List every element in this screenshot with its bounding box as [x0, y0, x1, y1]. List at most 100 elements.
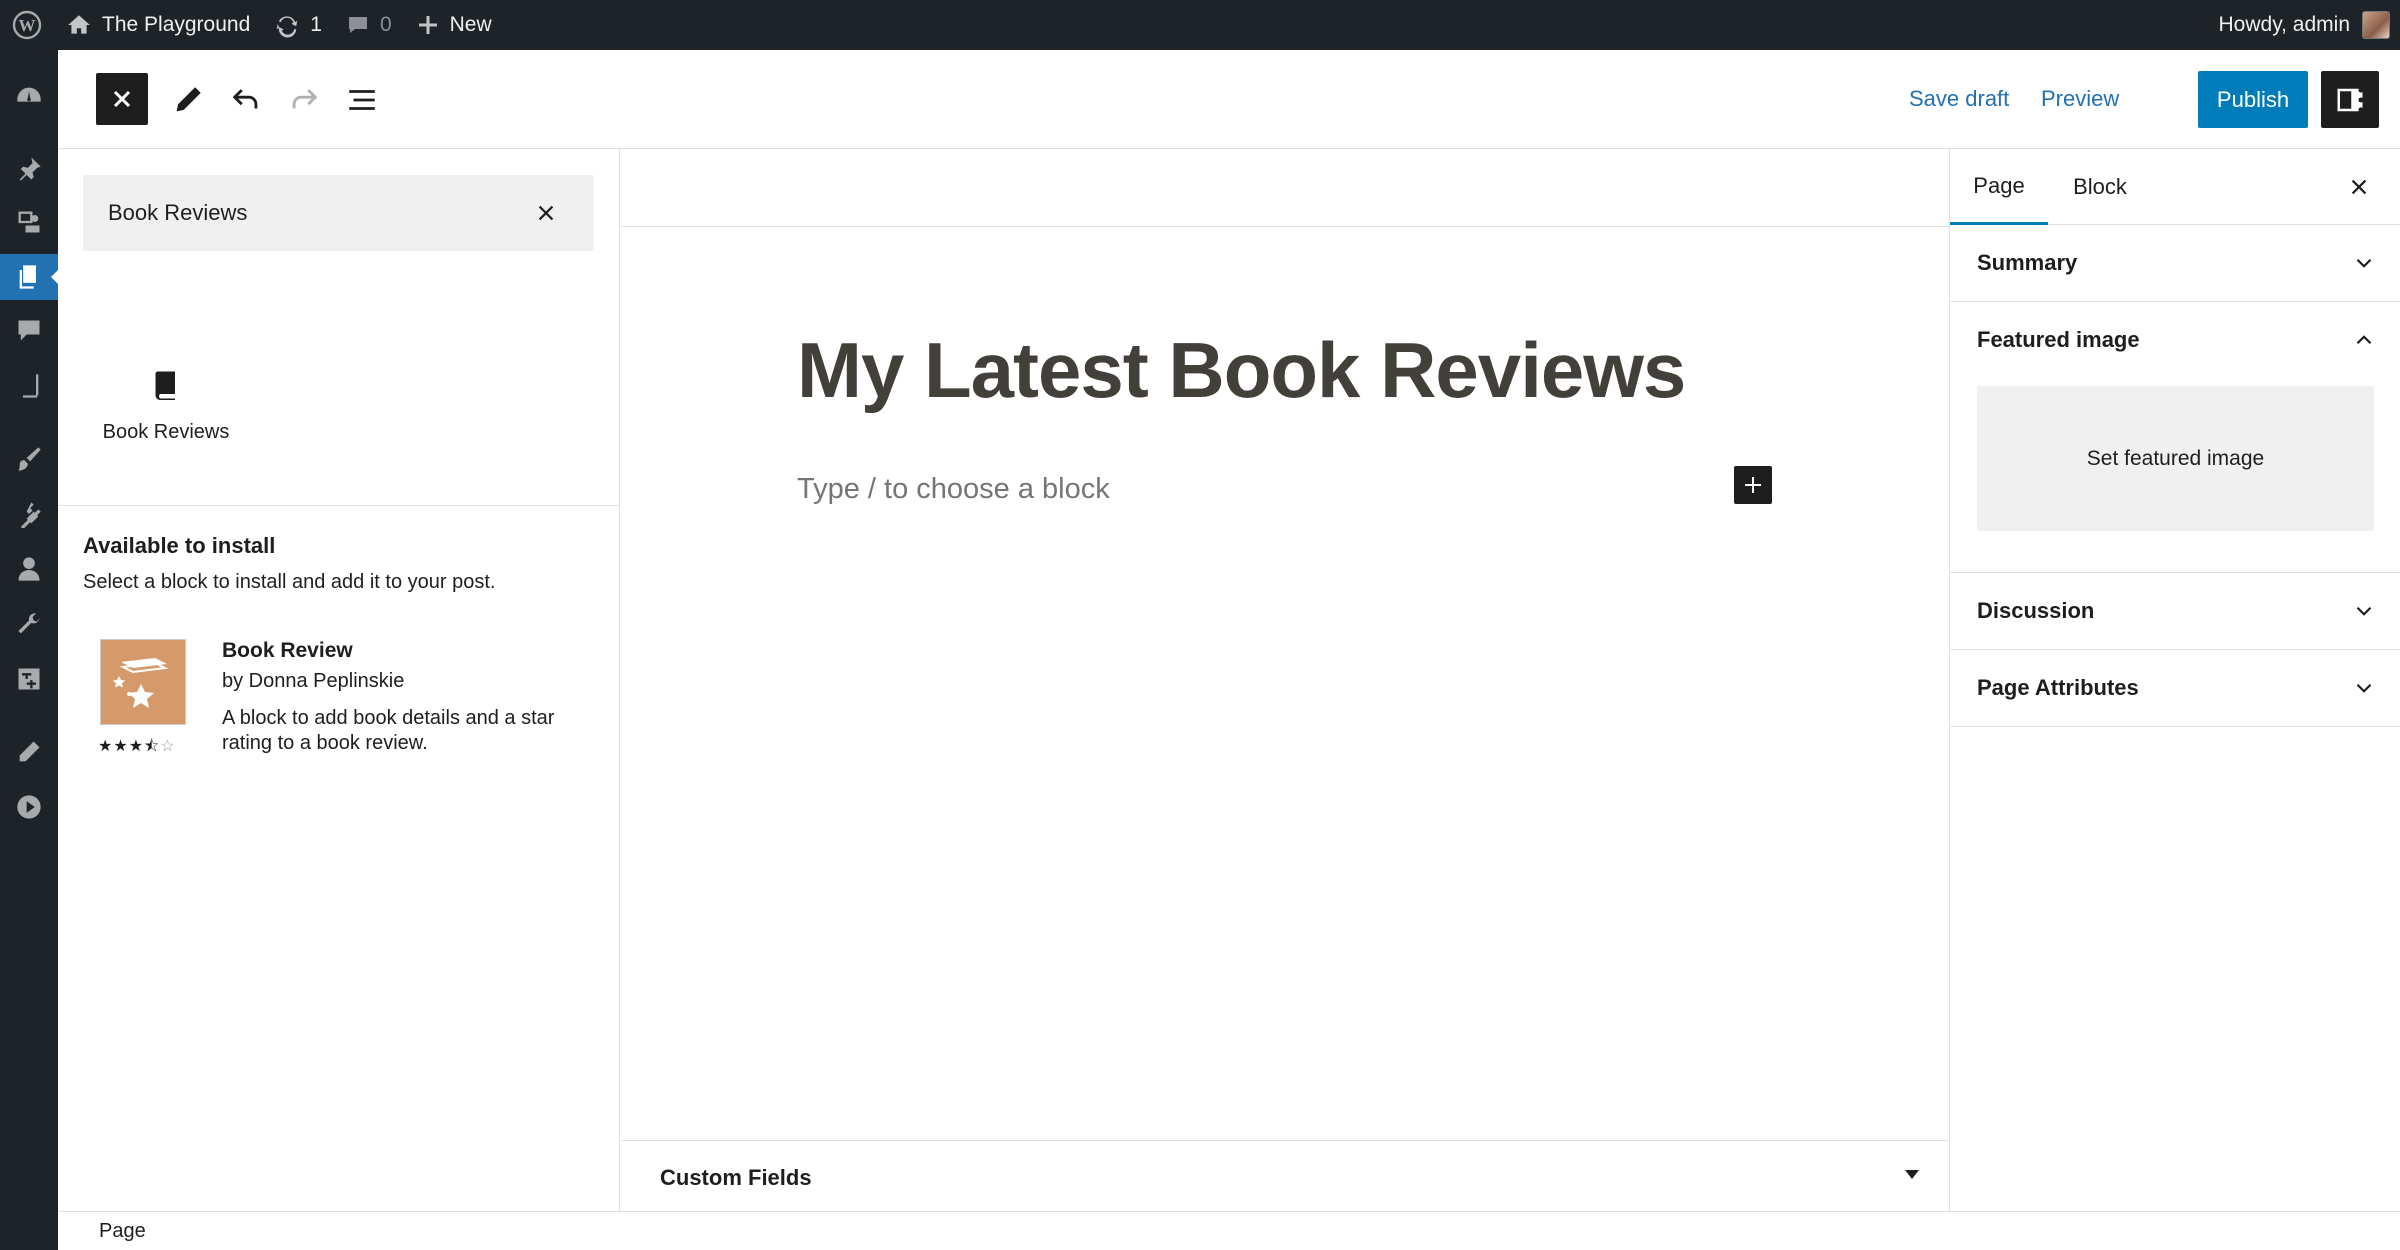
book-icon[interactable] — [0, 363, 58, 409]
edit-pencil-icon[interactable] — [0, 729, 58, 775]
close-icon — [113, 90, 131, 108]
tools-wrench-icon[interactable] — [0, 601, 58, 647]
site-name-link[interactable]: The Playground — [54, 0, 262, 50]
star-full-icon: ★ — [98, 738, 114, 755]
updates-count: 1 — [310, 13, 322, 36]
plugin-author: by Donna Peplinskie — [222, 670, 405, 692]
tools-button[interactable] — [168, 80, 208, 120]
panel-summary-toggle[interactable]: Summary — [1977, 225, 2377, 301]
comments-icon[interactable] — [0, 308, 58, 354]
tab-page[interactable]: Page — [1950, 149, 2048, 225]
clear-search-button[interactable] — [532, 199, 560, 227]
canvas-top-bar — [621, 149, 1949, 227]
panel-summary: Summary — [1950, 225, 2400, 302]
admin-bar: W The Playground 1 0 New Howdy, admin — [0, 0, 2400, 50]
block-result-label: Book Reviews — [102, 421, 230, 443]
plugin-book-review[interactable]: ★★★⯪☆ Book Review by Donna Peplinskie A … — [98, 639, 600, 769]
admin-menu — [0, 50, 59, 1250]
users-icon[interactable] — [0, 546, 58, 592]
divider — [58, 505, 619, 506]
svg-text:W: W — [19, 16, 36, 35]
redo-icon — [292, 89, 318, 109]
custom-fields-metabox[interactable]: Custom Fields — [621, 1140, 1949, 1211]
plugin-name: Book Review — [222, 639, 353, 662]
howdy-text: Howdy, admin — [2218, 13, 2351, 36]
block-search — [83, 175, 594, 251]
chevron-down-icon — [2356, 606, 2372, 616]
plus-icon — [418, 16, 437, 34]
tab-block[interactable]: Block — [2048, 149, 2152, 225]
plugin-rating-stars: ★★★⯪☆ — [98, 735, 176, 762]
panel-page-attributes: Page Attributes — [1950, 650, 2400, 727]
site-name: The Playground — [102, 13, 251, 36]
chevron-up-icon — [2356, 335, 2372, 345]
play-circle-icon[interactable] — [0, 784, 58, 830]
comments-count: 0 — [379, 13, 392, 36]
panel-featured-image-toggle[interactable]: Featured image — [1977, 302, 2377, 378]
redo-button[interactable] — [284, 80, 324, 120]
settings-icon[interactable] — [0, 656, 58, 702]
pages-icon[interactable] — [0, 254, 59, 300]
dashboard-icon[interactable] — [0, 74, 58, 120]
plugin-description: A block to add book details and a star r… — [222, 707, 555, 754]
star-empty-icon: ☆ — [160, 738, 176, 755]
updates-icon — [276, 16, 298, 38]
panel-title: Discussion — [1977, 598, 2095, 623]
plus-icon — [1745, 477, 1761, 493]
new-content-link[interactable]: New — [404, 0, 504, 50]
my-account-link[interactable]: Howdy, admin — [2207, 0, 2400, 50]
close-icon — [538, 205, 554, 221]
block-search-input[interactable] — [83, 175, 513, 251]
available-to-install-heading: Available to install — [83, 533, 276, 558]
panel-title: Summary — [1977, 250, 2078, 275]
close-sidebar-button[interactable] — [2345, 173, 2373, 201]
block-result-book-reviews[interactable]: Book Reviews — [98, 357, 234, 467]
publish-button[interactable]: Publish — [2198, 71, 2308, 128]
panel-featured-image: Featured image Set featured image — [1950, 302, 2400, 573]
set-featured-image-button[interactable]: Set featured image — [1977, 386, 2374, 531]
avatar — [2362, 11, 2390, 39]
close-inserter-button[interactable] — [96, 73, 148, 125]
block-inserter-panel: Book Reviews Available to install Select… — [58, 149, 620, 1211]
updates-link[interactable]: 1 — [262, 0, 334, 50]
star-full-icon: ★ — [113, 738, 129, 755]
block-placeholder[interactable]: Type / to choose a block — [797, 473, 1110, 506]
chevron-down-icon — [2356, 683, 2372, 693]
more-options-icon — [2358, 87, 2364, 113]
breadcrumb[interactable]: Page — [99, 1220, 146, 1243]
book-icon — [155, 371, 175, 400]
plugins-icon[interactable] — [0, 491, 58, 537]
editor-header: Save draft Preview Publish — [58, 50, 2400, 149]
panel-title: Featured image — [1977, 327, 2140, 352]
more-options-button[interactable] — [2341, 80, 2381, 120]
wordpress-logo-icon[interactable]: W — [0, 0, 54, 50]
home-icon — [68, 15, 90, 34]
panel-discussion-toggle[interactable]: Discussion — [1977, 573, 2377, 649]
undo-button[interactable] — [226, 80, 266, 120]
comments-link[interactable]: 0 — [334, 0, 404, 50]
chevron-down-icon — [2356, 258, 2372, 268]
panel-title: Page Attributes — [1977, 675, 2139, 700]
settings-sidebar: Page Block Summary Featured image Set fe… — [1949, 149, 2400, 1211]
star-full-icon: ★ — [128, 738, 145, 755]
editor-footer: Page — [58, 1211, 2400, 1250]
sidebar-tabs: Page Block — [1950, 149, 2400, 225]
panel-page-attributes-toggle[interactable]: Page Attributes — [1977, 650, 2377, 726]
media-icon[interactable] — [0, 199, 58, 245]
appearance-brush-icon[interactable] — [0, 436, 58, 482]
plugin-icon — [100, 639, 186, 725]
list-view-icon — [349, 90, 375, 110]
posts-pin-icon[interactable] — [0, 146, 58, 192]
add-block-button[interactable] — [1734, 466, 1772, 504]
list-view-button[interactable] — [342, 80, 382, 120]
page-title[interactable]: My Latest Book Reviews — [797, 325, 1686, 416]
panel-discussion: Discussion — [1950, 573, 2400, 650]
editor-canvas: My Latest Book Reviews Type / to choose … — [621, 149, 1949, 1211]
available-to-install-description: Select a block to install and add it to … — [83, 571, 496, 593]
triangle-down-icon[interactable] — [1905, 1170, 1919, 1179]
save-draft-button[interactable]: Save draft — [1909, 86, 2009, 112]
star-half-icon: ⯪ — [144, 738, 161, 755]
close-icon — [2351, 179, 2367, 195]
preview-button[interactable]: Preview — [2041, 86, 2119, 112]
metabox-title: Custom Fields — [660, 1165, 812, 1190]
